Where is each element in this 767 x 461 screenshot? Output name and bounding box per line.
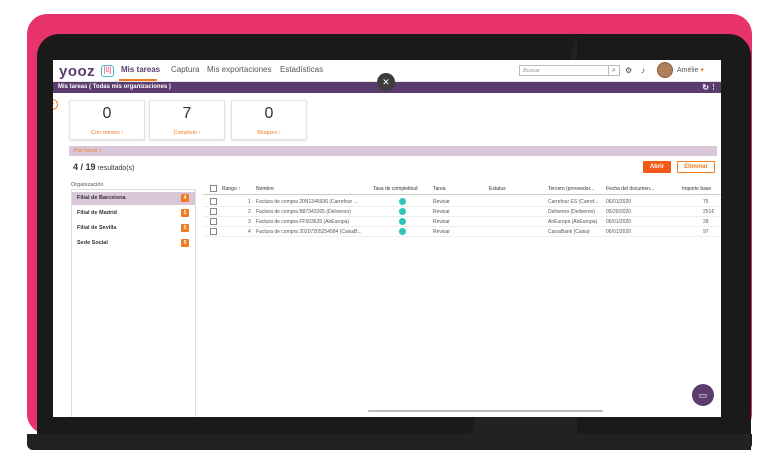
chevron-down-icon: ▾ xyxy=(700,67,704,74)
completeness-indicator xyxy=(399,228,406,235)
organization-list: Filial de Barcelona 4 Filial de Madrid 5 F… xyxy=(71,189,196,417)
row-checkbox[interactable] xyxy=(210,198,217,205)
table-row[interactable]: 2 Factura de compra B87343265 (Deliveroo… xyxy=(203,207,721,217)
row-checkbox[interactable] xyxy=(210,218,217,225)
col-estatus[interactable]: Estatus xyxy=(489,186,506,192)
user-avatar[interactable] xyxy=(657,62,673,78)
kpi-con-retraso[interactable]: 0 Con retraso › xyxy=(69,100,145,140)
table-row[interactable]: 3 Factura de compra FF503635 (AirEuropa)… xyxy=(203,217,721,227)
nav-estadisticas[interactable]: Estadísticas xyxy=(280,65,323,74)
kpi-label: Completo › xyxy=(173,130,201,136)
search-icon[interactable]: ⌕ xyxy=(608,65,620,76)
page-title: Mis tareas ( Todas mis organizaciones ) xyxy=(58,84,171,90)
laptop-base xyxy=(27,434,752,450)
delete-button[interactable]: Eliminar xyxy=(677,161,715,173)
organization-label: Organización xyxy=(71,182,104,188)
horizontal-scrollbar[interactable] xyxy=(368,410,603,412)
table-header: Rango ↑ Nombre Tasa de completitud Tarea… xyxy=(203,182,721,195)
more-options-icon[interactable]: ⋮ xyxy=(710,83,717,91)
completeness-indicator xyxy=(399,208,406,215)
nav-mis-tareas[interactable]: Mis tareas xyxy=(121,65,160,74)
user-menu[interactable]: Amélie ▾ xyxy=(677,66,704,74)
org-item-sede-social[interactable]: Sede Social 5 xyxy=(72,237,195,250)
kpi-value: 0 xyxy=(264,105,274,122)
table-row[interactable]: 1 Factura de compra 20N1346936 (Carrefou… xyxy=(203,197,721,207)
user-name: Amélie xyxy=(677,67,699,74)
close-icon[interactable]: ✕ xyxy=(377,73,395,91)
completeness-indicator xyxy=(399,218,406,225)
section-por-hacer[interactable]: Por hacer › xyxy=(69,146,717,156)
col-tarea[interactable]: Tarea xyxy=(433,186,446,192)
col-tasa-completitud[interactable]: Tasa de completitud xyxy=(373,186,417,192)
table-row[interactable]: 4 Factura de compra 20207205254584 (Caix… xyxy=(203,227,721,237)
sort-asc-icon: ↑ xyxy=(238,186,241,192)
marketing-stage: yooz [0] Mis tareas Captura Mis exportac… xyxy=(0,0,767,461)
kpi-completo[interactable]: 7 Completo › xyxy=(149,100,225,140)
open-button[interactable]: Abrir xyxy=(643,161,671,173)
org-item-madrid[interactable]: Filial de Madrid 5 xyxy=(72,207,195,220)
col-nombre[interactable]: Nombre xyxy=(256,186,274,192)
select-all-checkbox[interactable] xyxy=(210,185,217,192)
col-fecha[interactable]: Fecha del documen... xyxy=(606,186,654,192)
org-count-badge: 4 xyxy=(181,194,189,202)
refresh-icon[interactable]: ↻ xyxy=(702,83,709,92)
nav-mis-exportaciones[interactable]: Mis exportaciones xyxy=(207,65,271,74)
yooz-logo-box: [0] xyxy=(101,65,114,77)
kpi-bloqueo[interactable]: 0 Bloqueo › xyxy=(231,100,307,140)
org-count-badge: 5 xyxy=(181,209,189,217)
org-item-sevilla[interactable]: Filial de Sevilla 5 xyxy=(72,222,195,235)
org-item-barcelona[interactable]: Filial de Barcelona 4 xyxy=(72,192,195,205)
row-checkbox[interactable] xyxy=(210,228,217,235)
app-screen: yooz [0] Mis tareas Captura Mis exportac… xyxy=(53,60,721,417)
col-importe[interactable]: Importe base xyxy=(682,186,711,192)
sidebar-expand-icon[interactable]: » xyxy=(53,99,58,110)
nav-active-underline xyxy=(119,79,157,81)
nav-captura[interactable]: Captura xyxy=(171,65,199,74)
row-checkbox[interactable] xyxy=(210,208,217,215)
completeness-indicator xyxy=(399,198,406,205)
kpi-value: 0 xyxy=(102,105,112,122)
results-count: 4 / 19 resultado(s) xyxy=(73,162,135,172)
search-input[interactable]: Buscar xyxy=(519,65,609,76)
bell-icon[interactable]: ♪ xyxy=(641,66,645,75)
kpi-label: Bloqueo › xyxy=(257,130,281,136)
yooz-logo: yooz xyxy=(59,63,96,80)
col-rango[interactable]: Rango ↑ xyxy=(222,186,241,192)
col-tercero[interactable]: Tercero (proveedor... xyxy=(548,186,594,192)
gear-icon[interactable]: ⚙ xyxy=(625,66,632,75)
org-count-badge: 5 xyxy=(181,224,189,232)
org-count-badge: 5 xyxy=(181,239,189,247)
chat-icon[interactable]: ▭ xyxy=(692,384,714,406)
kpi-label: Con retraso › xyxy=(90,130,124,136)
kpi-value: 7 xyxy=(182,105,192,122)
